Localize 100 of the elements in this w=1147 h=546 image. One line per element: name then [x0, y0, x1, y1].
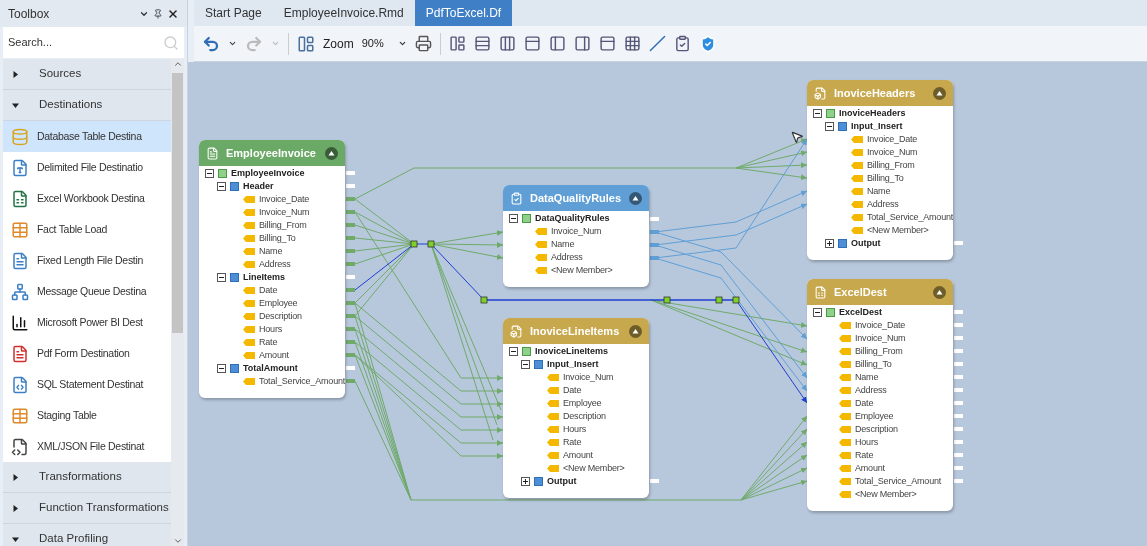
panel-left-icon[interactable]: [548, 35, 566, 52]
junction-point[interactable]: [427, 240, 435, 248]
toolbox-item[interactable]: Microsoft Power BI Dest: [3, 307, 171, 338]
panel-right-icon[interactable]: [573, 35, 591, 52]
connector-arrow[interactable]: [650, 299, 808, 366]
toolbox-item[interactable]: XML/JSON File Destinat: [3, 431, 171, 462]
toolbox-item[interactable]: Staging Table: [3, 400, 171, 431]
collapse-toggle-icon[interactable]: [813, 109, 822, 118]
shield-icon[interactable]: [698, 34, 717, 53]
connector-arrow[interactable]: [735, 138, 808, 169]
connector-arrow[interactable]: [740, 415, 808, 501]
align-rows-icon[interactable]: [473, 35, 491, 52]
collapse-toggle-icon[interactable]: [217, 273, 226, 282]
category-header[interactable]: Transformations: [3, 462, 171, 493]
junction-point[interactable]: [715, 296, 723, 304]
toolbox-item[interactable]: Pdf Form Destination: [3, 338, 171, 369]
toolbox-item[interactable]: Excel Workbook Destina: [3, 183, 171, 214]
node-card[interactable]: ExcelDest ExcelDest Invoice_Date Invoice_Num Billing_From Billing_To Name Address Date Employee Description Hours Rate Amount Total_Service_Amount <New Member>: [807, 279, 953, 511]
scroll-down-icon[interactable]: [172, 536, 183, 546]
collapse-icon[interactable]: [629, 191, 642, 205]
caret-icon[interactable]: [228, 39, 237, 48]
undo-icon[interactable]: [202, 34, 220, 53]
field-label: Invoice_Date: [259, 192, 310, 206]
toolbox-item[interactable]: Database Table Destina: [3, 121, 171, 152]
connector-arrow[interactable]: [354, 315, 504, 407]
junction-point[interactable]: [480, 296, 488, 304]
collapse-toggle-icon[interactable]: [217, 364, 226, 373]
category-header[interactable]: Function Transformations: [3, 493, 171, 524]
connector-arrow[interactable]: [740, 454, 808, 501]
junction-point[interactable]: [663, 296, 671, 304]
junction-point[interactable]: [732, 296, 740, 304]
collapse-icon[interactable]: [325, 146, 338, 160]
grid-icon[interactable]: [623, 35, 641, 52]
key-icon: [547, 426, 559, 433]
toolbox-item[interactable]: Fact Table Load: [3, 214, 171, 245]
expand-toggle-icon[interactable]: [825, 239, 834, 248]
line-icon[interactable]: [648, 35, 666, 52]
connector-arrow[interactable]: [735, 167, 808, 181]
collapse-toggle-icon[interactable]: [813, 308, 822, 317]
node-card[interactable]: DataQualityRules DataQualityRules Invoice_Num Name Address <New Member>: [503, 185, 649, 287]
scrollbar[interactable]: [171, 59, 184, 546]
collapse-icon[interactable]: [933, 285, 946, 299]
collapse-toggle-icon[interactable]: [509, 214, 518, 223]
panel-top-icon[interactable]: [523, 35, 541, 52]
document-tab[interactable]: PdfToExcel.Df: [414, 0, 513, 26]
collapse-toggle-icon[interactable]: [205, 169, 214, 178]
collapsed-arrow-icon[interactable]: [12, 473, 19, 481]
close-icon[interactable]: [167, 7, 179, 20]
junction-point[interactable]: [410, 240, 418, 248]
layout-icon[interactable]: [297, 34, 315, 53]
collapse-icon[interactable]: [629, 324, 642, 338]
category-header[interactable]: Sources: [3, 59, 171, 90]
pin-icon[interactable]: [153, 8, 163, 19]
collapse-toggle-icon[interactable]: [217, 182, 226, 191]
toolbox-item[interactable]: Fixed Length File Destin: [3, 245, 171, 276]
scrollbar-thumb[interactable]: [172, 73, 183, 333]
expanded-arrow-icon[interactable]: [12, 535, 19, 543]
checklist-icon[interactable]: [673, 35, 691, 52]
search-field[interactable]: Search...: [3, 27, 184, 58]
connector-arrow[interactable]: [354, 328, 504, 420]
connector-arrow[interactable]: [354, 341, 504, 433]
connector-arrow[interactable]: [740, 467, 808, 501]
collapse-toggle-icon[interactable]: [825, 122, 834, 131]
connector-arrow[interactable]: [740, 441, 808, 501]
search-input[interactable]: Search...: [8, 34, 163, 51]
port-stub[interactable]: [954, 241, 963, 245]
connector-arrow[interactable]: [735, 162, 808, 169]
node-card[interactable]: EmployeeInvoice EmployeeInvoice Header Invoice_Date Invoice_Num Billing_From Billing_To Name Address LineItems Date Employee Description Hours Rate Amount TotalAmount Total_Service_Amount: [199, 140, 345, 398]
collapse-toggle-icon[interactable]: [521, 360, 530, 369]
field-label: Billing_From: [855, 344, 903, 358]
zoom-dropdown[interactable]: 90%: [361, 35, 407, 52]
collapsed-arrow-icon[interactable]: [12, 70, 19, 78]
print-icon[interactable]: [414, 35, 432, 52]
group-label: Header: [243, 179, 274, 193]
toolbox-item[interactable]: Message Queue Destina: [3, 276, 171, 307]
node-card[interactable]: InoviceHeaders InoviceHeaders Input_Insert Invoice_Date Invoice_Num Billing_From Billing_To Name Address Total_Service_Amount <New Member> Output: [807, 80, 953, 260]
field-label: Billing_From: [259, 218, 307, 232]
collapse-toggle-icon[interactable]: [509, 347, 518, 356]
scroll-up-icon[interactable]: [172, 59, 183, 69]
mouse-pointer-icon: [790, 130, 804, 144]
caret-icon[interactable]: [397, 39, 407, 48]
align-columns-icon[interactable]: [498, 35, 516, 52]
collapsed-arrow-icon[interactable]: [12, 504, 19, 512]
category-header[interactable]: Data Profiling: [3, 524, 171, 546]
document-tab[interactable]: Start Page: [194, 0, 273, 26]
key-icon: [243, 378, 255, 385]
expand-toggle-icon[interactable]: [521, 477, 530, 486]
toolbox-item[interactable]: SQL Statement Destinat: [3, 369, 171, 400]
layout-icon[interactable]: [448, 35, 466, 52]
record-label: InoviceHeaders: [839, 106, 906, 120]
redo-icon[interactable]: [245, 34, 263, 53]
panel-top-icon[interactable]: [598, 35, 616, 52]
port-stub[interactable]: [650, 479, 659, 483]
collapse-icon[interactable]: [933, 86, 946, 100]
category-header[interactable]: Destinations: [3, 90, 171, 121]
connector-arrow[interactable]: [740, 479, 808, 501]
node-card[interactable]: InoviceLineItems InoviceLineItems Input_Insert Invoice_Num Date Employee Description Hours Rate Amount <New Member> Output: [503, 318, 649, 498]
toolbox-item[interactable]: Delimited File Destinatio: [3, 152, 171, 183]
document-tab[interactable]: EmployeeInvoice.Rmd: [272, 0, 415, 26]
expanded-arrow-icon[interactable]: [12, 101, 19, 109]
